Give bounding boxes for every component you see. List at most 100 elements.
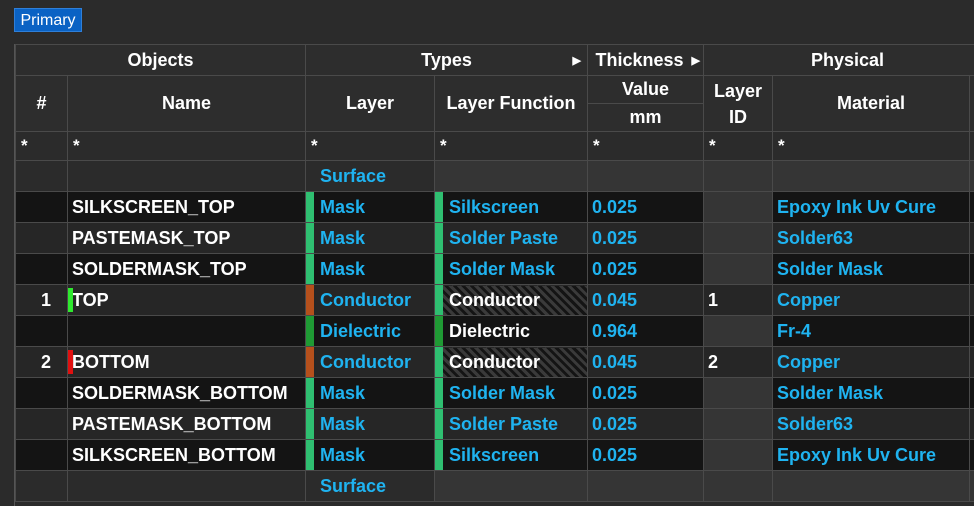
header-layer[interactable]: Layer (305, 75, 435, 132)
table-row[interactable]: SOLDERMASK_TOP Mask Solder Mask 0.025 Solder… (15, 253, 974, 285)
cell-thickness[interactable] (587, 160, 704, 192)
cell-overflow[interactable] (968, 284, 974, 316)
cell-material[interactable]: Fr-4 (772, 315, 970, 347)
cell-layer[interactable]: Mask (305, 222, 435, 254)
cell-layer-function[interactable] (434, 470, 588, 502)
cell-num[interactable] (15, 253, 68, 285)
header-value[interactable]: Value (587, 75, 704, 104)
cell-overflow[interactable] (968, 439, 974, 471)
cell-name[interactable] (67, 470, 306, 502)
cell-name[interactable]: PASTEMASK_TOP (67, 222, 306, 254)
cell-name[interactable]: SILKSCREEN_BOTTOM (67, 439, 306, 471)
cell-num[interactable] (15, 191, 68, 223)
table-row[interactable]: PASTEMASK_BOTTOM Mask Solder Paste 0.025 Sol… (15, 408, 974, 440)
cell-name[interactable]: PASTEMASK_BOTTOM (67, 408, 306, 440)
header-layer-id[interactable]: Layer ID (703, 75, 773, 132)
cell-layer[interactable]: Mask (305, 191, 435, 223)
header-objects[interactable]: Objects (15, 44, 306, 76)
cell-layer[interactable]: Conductor (305, 346, 435, 378)
cell-overflow[interactable] (968, 191, 974, 223)
cell-layer-function[interactable]: Solder Paste (434, 408, 588, 440)
cell-overflow[interactable] (968, 408, 974, 440)
cell-layer[interactable]: Dielectric (305, 315, 435, 347)
cell-layer-id[interactable]: 1 (703, 284, 773, 316)
cell-thickness[interactable] (587, 470, 704, 502)
cell-name[interactable]: SOLDERMASK_BOTTOM (67, 377, 306, 409)
cell-layer-id[interactable] (703, 408, 773, 440)
filter-value[interactable]: * (587, 131, 704, 161)
cell-thickness[interactable]: 0.025 (587, 408, 704, 440)
cell-layer[interactable]: Mask (305, 253, 435, 285)
table-row[interactable]: Dielectric Dielectric 0.964 Fr-4 (15, 315, 974, 347)
cell-material[interactable] (772, 470, 970, 502)
table-row[interactable]: 2 BOTTOM Conductor Conductor 0.045 2 Copper (15, 346, 974, 378)
cell-thickness[interactable]: 0.025 (587, 377, 704, 409)
cell-material[interactable]: Solder63 (772, 222, 970, 254)
cell-layer-function[interactable]: Conductor (434, 284, 588, 316)
header-layer-function[interactable]: Layer Function (434, 75, 588, 132)
cell-layer[interactable]: Mask (305, 377, 435, 409)
cell-num[interactable] (15, 377, 68, 409)
cell-thickness[interactable]: 0.045 (587, 346, 704, 378)
filter-layer[interactable]: * (305, 131, 435, 161)
cell-layer[interactable]: Surface (305, 160, 435, 192)
cell-overflow[interactable] (968, 470, 974, 502)
filter-name[interactable]: * (67, 131, 306, 161)
cell-material[interactable]: Solder Mask (772, 253, 970, 285)
header-num[interactable]: # (15, 75, 68, 132)
cell-layer-function[interactable]: Solder Mask (434, 377, 588, 409)
cell-layer[interactable]: Conductor (305, 284, 435, 316)
cell-num[interactable] (15, 315, 68, 347)
cell-num[interactable] (15, 439, 68, 471)
cell-thickness[interactable]: 0.025 (587, 191, 704, 223)
cell-thickness[interactable]: 0.964 (587, 315, 704, 347)
cell-layer-function[interactable]: Silkscreen (434, 191, 588, 223)
header-thickness[interactable]: Thickness ▶ (587, 44, 704, 76)
table-row[interactable]: 1 TOP Conductor Conductor 0.045 1 Copper (15, 284, 974, 316)
cell-num[interactable] (15, 470, 68, 502)
cell-layer-id[interactable]: 2 (703, 346, 773, 378)
cell-thickness[interactable]: 0.025 (587, 253, 704, 285)
tab-primary[interactable]: Primary (14, 8, 82, 32)
cell-name[interactable]: SOLDERMASK_TOP (67, 253, 306, 285)
cell-num[interactable] (15, 222, 68, 254)
cell-material[interactable]: Copper (772, 284, 970, 316)
table-row[interactable]: Surface (15, 470, 974, 502)
cell-name[interactable] (67, 315, 306, 347)
table-row[interactable]: SOLDERMASK_BOTTOM Mask Solder Mask 0.025 Sol… (15, 377, 974, 409)
cell-num[interactable] (15, 160, 68, 192)
cell-name[interactable]: BOTTOM (67, 346, 306, 378)
cell-name[interactable]: SILKSCREEN_TOP (67, 191, 306, 223)
cell-layer-function[interactable] (434, 160, 588, 192)
expand-triangle-icon[interactable]: ▶ (692, 54, 700, 67)
cell-layer-function[interactable]: Conductor (434, 346, 588, 378)
cell-layer-function[interactable]: Solder Mask (434, 253, 588, 285)
cell-overflow[interactable] (968, 253, 974, 285)
cell-layer-id[interactable] (703, 315, 773, 347)
cell-layer-id[interactable] (703, 222, 773, 254)
cell-material[interactable]: Epoxy Ink Uv Cure (772, 191, 970, 223)
cell-overflow[interactable] (968, 346, 974, 378)
filter-layer-function[interactable]: * (434, 131, 588, 161)
cell-layer[interactable]: Surface (305, 470, 435, 502)
cell-layer[interactable]: Mask (305, 408, 435, 440)
header-types[interactable]: Types ▶ (305, 44, 588, 76)
cell-material[interactable]: Copper (772, 346, 970, 378)
table-row[interactable]: PASTEMASK_TOP Mask Solder Paste 0.025 Solder… (15, 222, 974, 254)
table-row[interactable]: Surface (15, 160, 974, 192)
table-row[interactable]: SILKSCREEN_BOTTOM Mask Silkscreen 0.025 Epox… (15, 439, 974, 471)
filter-layer-id[interactable]: * (703, 131, 773, 161)
expand-triangle-icon[interactable]: ▶ (573, 54, 581, 67)
filter-num[interactable]: * (15, 131, 68, 161)
cell-thickness[interactable]: 0.025 (587, 439, 704, 471)
filter-overflow[interactable]: * (968, 131, 974, 161)
header-material[interactable]: Material (772, 75, 970, 132)
cell-material[interactable]: Solder Mask (772, 377, 970, 409)
cell-num[interactable]: 2 (15, 346, 68, 378)
cell-layer-id[interactable] (703, 470, 773, 502)
table-row[interactable]: SILKSCREEN_TOP Mask Silkscreen 0.025 Epoxy I… (15, 191, 974, 223)
cell-layer-id[interactable] (703, 377, 773, 409)
cell-thickness[interactable]: 0.025 (587, 222, 704, 254)
cell-layer-id[interactable] (703, 160, 773, 192)
cell-num[interactable] (15, 408, 68, 440)
